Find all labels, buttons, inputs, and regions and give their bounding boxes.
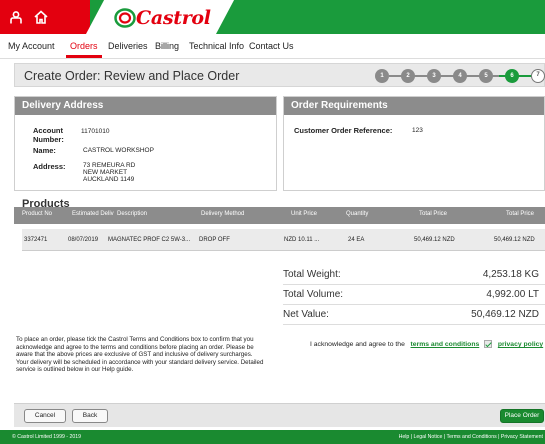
step-2: 2: [401, 69, 415, 83]
col-total-price[interactable]: Total Price: [419, 211, 447, 217]
name-label: Name:: [33, 146, 56, 155]
footer-copyright: © Castrol Limited 1999 - 2019: [12, 434, 81, 440]
order-requirements-title: Order Requirements: [284, 97, 544, 115]
page-title: Create Order: Review and Place Order: [24, 69, 240, 83]
col-delivery-method[interactable]: Delivery Method: [201, 211, 244, 217]
cell-total-price: 50,469.12 NZD: [414, 237, 455, 243]
cell-unit-price: NZD 10.11 ...: [284, 237, 320, 243]
main-nav: My Account Orders Deliveries Billing Tec…: [0, 34, 545, 59]
total-weight-row: Total Weight: 4,253.18 KG: [283, 265, 545, 285]
nav-orders[interactable]: Orders: [70, 41, 98, 51]
total-weight-value: 4,253.18 KG: [482, 269, 539, 280]
col-product-no[interactable]: Product No: [22, 211, 52, 217]
action-bar: Cancel Back Place Order: [14, 403, 545, 427]
account-number-value: 11701010: [81, 128, 110, 135]
step-5: 5: [479, 69, 493, 83]
delivery-address-title: Delivery Address: [15, 97, 276, 115]
net-value-row: Net Value: 50,469.12 NZD: [283, 305, 545, 325]
customer-order-reference-value: 123: [412, 127, 423, 134]
step-3: 3: [427, 69, 441, 83]
back-button[interactable]: Back: [72, 409, 108, 423]
total-volume-label: Total Volume:: [283, 289, 344, 300]
user-icon[interactable]: [10, 11, 22, 24]
step-7: 7: [531, 69, 545, 83]
name-value: CASTROL WORKSHOP: [83, 147, 154, 154]
delivery-address-panel: Delivery Address Account Number: 1170101…: [14, 96, 277, 191]
step-4: 4: [453, 69, 467, 83]
order-requirements-panel: Order Requirements Customer Order Refere…: [283, 96, 545, 191]
acknowledge-text: I acknowledge and agree to the: [310, 340, 405, 348]
cell-estimated-delivery: 08/07/2019: [68, 237, 99, 243]
nav-deliveries[interactable]: Deliveries: [108, 41, 148, 51]
active-tab-indicator: [66, 55, 102, 58]
customer-order-reference-label: Customer Order Reference:: [294, 126, 393, 135]
cell-quantity: 24 EA: [348, 237, 365, 243]
col-description[interactable]: Description: [117, 211, 147, 217]
total-volume-value: 4,992.00 LT: [486, 289, 539, 300]
address-line-3: AUCKLAND 1149: [83, 176, 135, 183]
acknowledge-row: I acknowledge and agree to the terms and…: [310, 340, 545, 348]
home-icon[interactable]: [34, 10, 48, 24]
castrol-logo[interactable]: Castrol: [114, 6, 214, 30]
castrol-logo-mark-icon: [114, 8, 136, 28]
total-weight-label: Total Weight:: [283, 269, 341, 280]
net-value-label: Net Value:: [283, 309, 329, 320]
page-title-bar: Create Order: Review and Place Order 1 2…: [14, 63, 545, 87]
terms-link[interactable]: terms and conditions: [411, 341, 480, 348]
footer: © Castrol Limited 1999 - 2019 Help | Leg…: [0, 430, 545, 444]
table-row[interactable]: 3372471 08/07/2019 MAGNATEC PROF C2 5W-3…: [22, 229, 545, 251]
col-total-price-2[interactable]: Total Price: [506, 211, 534, 217]
cell-description: MAGNATEC PROF C2 5W-3...: [108, 237, 191, 243]
cancel-button[interactable]: Cancel: [24, 409, 66, 423]
logo-text: Castrol: [136, 7, 211, 29]
step-1: 1: [375, 69, 389, 83]
terms-checkbox[interactable]: [484, 340, 493, 348]
nav-my-account[interactable]: My Account: [8, 41, 55, 51]
account-number-label: Account Number:: [33, 126, 64, 144]
cell-product-no: 3372471: [24, 237, 48, 243]
footer-links[interactable]: Help | Legal Notice | Terms and Conditio…: [399, 434, 543, 440]
step-6-current: 6: [505, 69, 519, 83]
address-label: Address:: [33, 162, 66, 171]
top-header: Castrol: [0, 0, 545, 34]
nav-billing[interactable]: Billing: [155, 41, 179, 51]
cell-total-price-2: 50,469.12 NZD: [494, 237, 535, 243]
total-volume-row: Total Volume: 4,992.00 LT: [283, 285, 545, 305]
net-value-value: 50,469.12 NZD: [471, 309, 539, 320]
place-order-button[interactable]: Place Order: [500, 409, 544, 423]
products-table-header: Product No Estimated Deliv Description D…: [14, 207, 545, 224]
col-unit-price[interactable]: Unit Price: [291, 211, 317, 217]
nav-technical-info[interactable]: Technical Info: [189, 41, 244, 51]
col-estimated-delivery[interactable]: Estimated Deliv: [72, 211, 114, 217]
col-quantity[interactable]: Quantity: [346, 211, 368, 217]
privacy-link[interactable]: privacy policy: [498, 341, 543, 348]
cell-delivery-method: DROP OFF: [199, 237, 230, 243]
terms-notice: To place an order, please tick the Castr…: [16, 336, 264, 374]
nav-contact-us[interactable]: Contact Us: [249, 41, 294, 51]
